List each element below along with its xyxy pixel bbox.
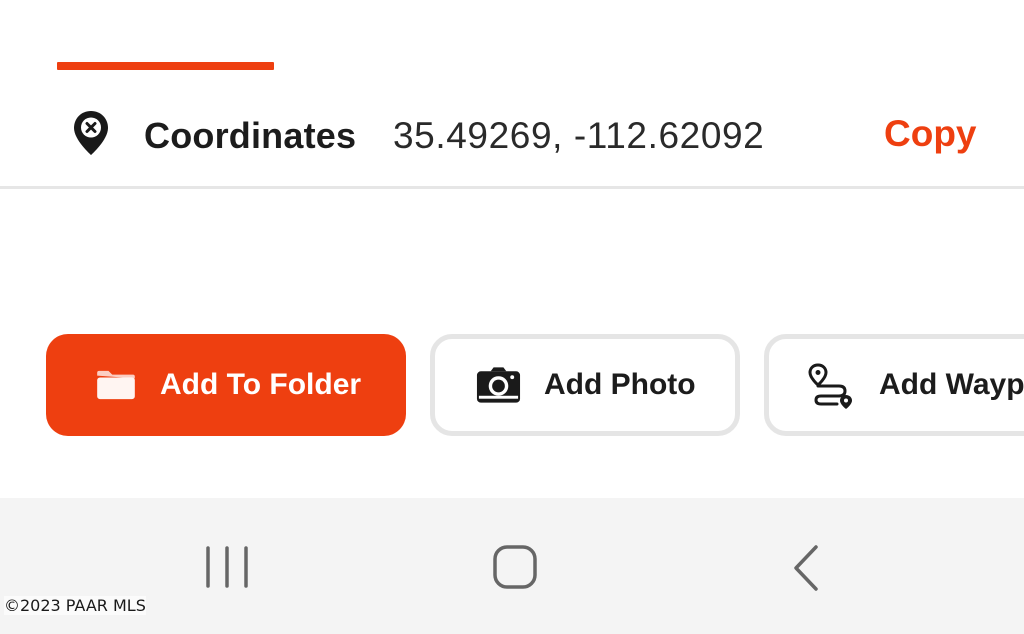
copy-button[interactable]: Copy (884, 113, 977, 155)
home-icon[interactable] (492, 544, 538, 590)
divider (0, 186, 1024, 189)
route-waypoint-icon (808, 363, 852, 409)
active-tab-indicator (57, 62, 274, 70)
add-to-folder-button[interactable]: Add To Folder (46, 334, 406, 436)
recents-icon[interactable] (204, 544, 250, 590)
coordinates-row: Coordinates 35.49269, -112.62092 Copy (0, 95, 1024, 171)
system-navigation-bar (0, 498, 1024, 634)
coordinates-value: 35.49269, -112.62092 (393, 115, 765, 156)
map-pin-x-icon (74, 111, 108, 155)
back-icon[interactable] (790, 544, 822, 592)
add-photo-button[interactable]: Add Photo (430, 334, 740, 436)
add-photo-label: Add Photo (544, 368, 696, 401)
camera-icon (476, 367, 521, 403)
folder-icon (97, 370, 135, 400)
add-waypoint-label: Add Waypo (879, 368, 1024, 401)
copyright-watermark: ©2023 PAAR MLS (4, 596, 146, 615)
add-to-folder-label: Add To Folder (160, 368, 362, 401)
add-waypoint-button[interactable]: Add Waypo (764, 334, 1024, 436)
coordinates-label: Coordinates (144, 115, 357, 156)
